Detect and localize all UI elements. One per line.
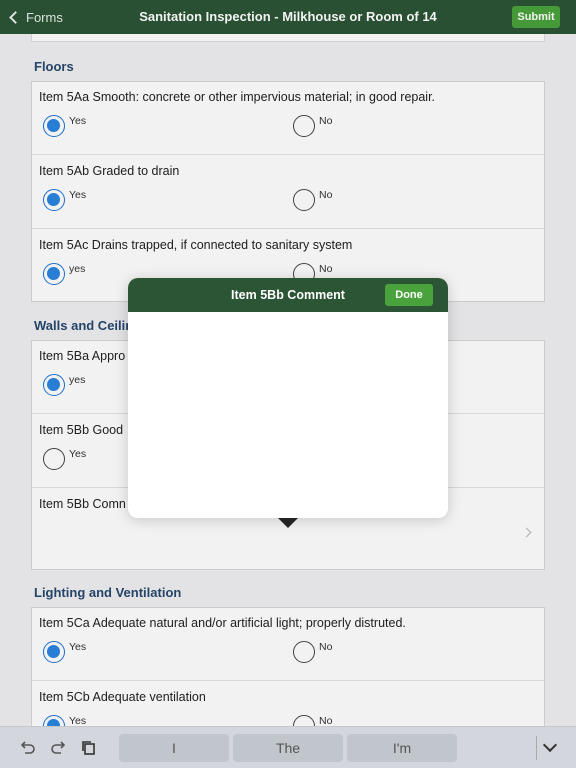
option-label: Yes: [69, 115, 87, 127]
option-label: No: [319, 189, 333, 201]
option-label: No: [319, 641, 333, 653]
question-row: Item 5Cb Adequate ventilation Yes No: [32, 682, 544, 726]
suggestion-3[interactable]: I'm: [347, 734, 457, 762]
question-row: Item 5Ca Adequate natural and/or artific…: [32, 608, 544, 681]
option-label: Yes: [69, 448, 87, 460]
option-label: No: [319, 715, 333, 726]
option-label: yes: [69, 374, 86, 386]
paste-icon[interactable]: [79, 738, 99, 758]
radio-button[interactable]: [293, 115, 315, 137]
suggestion-2[interactable]: The: [233, 734, 343, 762]
radio-option-no[interactable]: No: [293, 115, 332, 137]
navigation-bar: Forms Sanitation Inspection - Milkhouse …: [0, 0, 576, 34]
submit-button[interactable]: Submit: [512, 6, 560, 28]
radio-option-no[interactable]: No: [293, 641, 332, 663]
radio-option-yes[interactable]: Yes: [43, 115, 86, 137]
radio-button-checked[interactable]: [43, 641, 65, 663]
radio-button[interactable]: [293, 715, 315, 726]
comment-textarea[interactable]: [128, 312, 448, 518]
suggestion-1[interactable]: I: [119, 734, 229, 762]
radio-button[interactable]: [293, 189, 315, 211]
previous-card-bottom: [31, 34, 545, 42]
keyboard-dismiss-icon[interactable]: [542, 737, 558, 753]
question-label: Item 5Ac Drains trapped, if connected to…: [39, 238, 353, 252]
radio-option-no[interactable]: No: [293, 715, 332, 726]
question-label: Item 5Bb Good: [39, 423, 124, 437]
radio-button[interactable]: [43, 448, 65, 470]
question-label: Item 5Aa Smooth: concrete or other imper…: [39, 90, 436, 104]
option-label: Yes: [69, 715, 87, 726]
section-title-lighting-ventilation: Lighting and Ventilation: [34, 585, 182, 600]
question-row: Item 5Ab Graded to drain Yes No: [32, 156, 544, 229]
divider: [536, 736, 537, 760]
option-label: Yes: [69, 641, 87, 653]
question-label: Item 5Ca Adequate natural and/or artific…: [39, 616, 406, 630]
lighting-ventilation-card: Item 5Ca Adequate natural and/or artific…: [31, 607, 545, 726]
question-label: Item 5Ab Graded to drain: [39, 164, 180, 178]
undo-icon[interactable]: [17, 738, 37, 758]
comment-popover: Item 5Bb Comment Done: [128, 278, 448, 528]
radio-button[interactable]: [293, 641, 315, 663]
question-label: Item 5Ba Appro: [39, 349, 126, 363]
question-label: Item 5Cb Adequate ventilation: [39, 690, 206, 704]
keyboard-shortcut-bar: I The I'm: [0, 726, 576, 768]
radio-option-yes[interactable]: yes: [43, 263, 85, 285]
radio-button-checked[interactable]: [43, 189, 65, 211]
radio-button-checked[interactable]: [43, 715, 65, 726]
redo-icon[interactable]: [49, 738, 69, 758]
radio-option-no[interactable]: No: [293, 189, 332, 211]
section-title-floors: Floors: [34, 59, 74, 74]
option-label: No: [319, 115, 333, 127]
option-label: Yes: [69, 189, 87, 201]
radio-option-yes[interactable]: Yes: [43, 448, 86, 470]
done-button[interactable]: Done: [385, 284, 433, 306]
option-label: No: [319, 263, 333, 275]
radio-option-yes[interactable]: Yes: [43, 641, 86, 663]
radio-button-checked[interactable]: [43, 374, 65, 396]
popover-header: Item 5Bb Comment Done: [128, 278, 448, 312]
section-title-walls-ceilings: Walls and Ceilir: [34, 318, 131, 333]
radio-option-yes[interactable]: Yes: [43, 715, 86, 726]
question-label: Item 5Bb Comn: [39, 497, 126, 511]
page-title: Sanitation Inspection - Milkhouse or Roo…: [139, 9, 437, 24]
question-row: Item 5Aa Smooth: concrete or other imper…: [32, 82, 544, 155]
option-label: yes: [69, 263, 86, 275]
radio-button-checked[interactable]: [43, 263, 65, 285]
radio-option-yes[interactable]: yes: [43, 374, 85, 396]
radio-option-yes[interactable]: Yes: [43, 189, 86, 211]
floors-card: Item 5Aa Smooth: concrete or other imper…: [31, 81, 545, 302]
popover-arrow: [278, 518, 298, 528]
radio-button-checked[interactable]: [43, 115, 65, 137]
chevron-right-icon: [521, 527, 532, 538]
